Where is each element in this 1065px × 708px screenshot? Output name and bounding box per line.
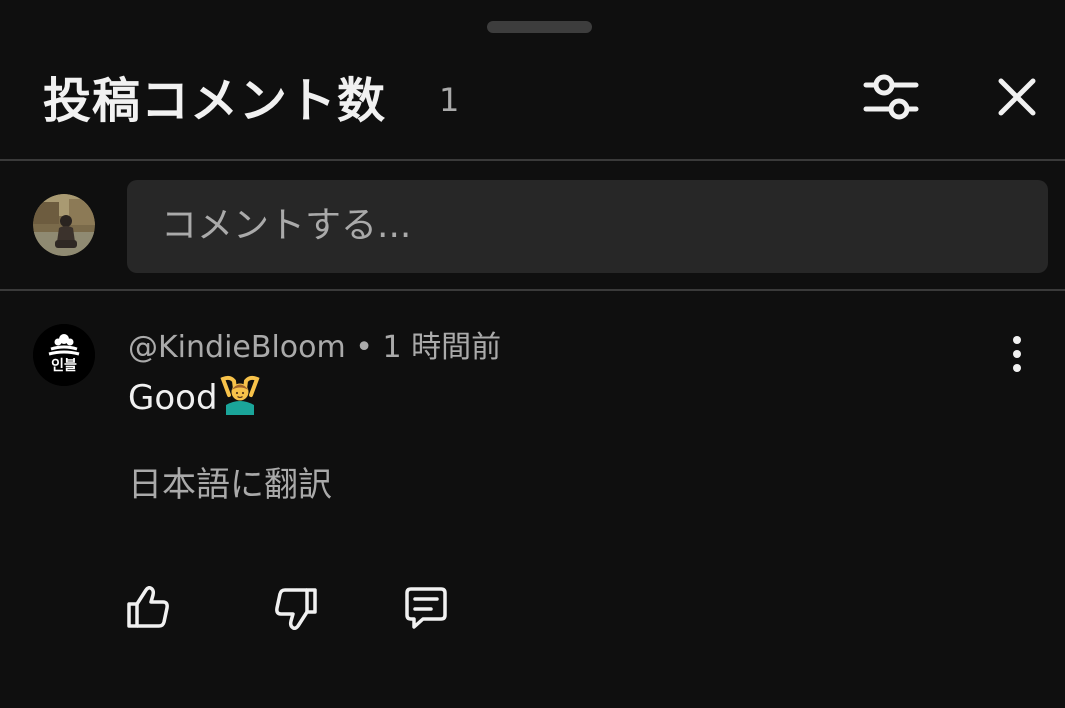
reply-button[interactable] xyxy=(398,580,454,636)
comments-header: 投稿コメント数 1 xyxy=(0,48,1065,160)
channel-logo: 인블 xyxy=(33,324,95,386)
thumbs-up-icon xyxy=(127,585,169,628)
svg-text:인블: 인블 xyxy=(51,357,77,374)
meta-separator: • xyxy=(345,330,383,365)
commenter-avatar[interactable]: 인블 xyxy=(33,324,95,386)
commenter-handle[interactable]: @KindieBloom xyxy=(128,330,346,365)
comment-input[interactable]: コメントする... xyxy=(127,180,1048,273)
comment-body: Good xyxy=(128,378,218,418)
comment-meta: @KindieBloom • 1 時間前 xyxy=(128,327,501,369)
header-divider xyxy=(0,159,1065,161)
more-vertical-icon xyxy=(1013,336,1021,372)
comments-count: 1 xyxy=(439,81,460,119)
reply-icon xyxy=(405,587,447,629)
comment-menu-button[interactable] xyxy=(1000,330,1034,380)
comments-sheet: 投稿コメント数 1 コメントする... 인블 @KindieBloom • 1 … xyxy=(0,0,1065,708)
comment-input-placeholder: コメントする... xyxy=(161,205,412,246)
current-user-avatar[interactable] xyxy=(33,194,95,256)
comments-title: 投稿コメント数 xyxy=(43,73,387,129)
composer-divider xyxy=(0,289,1065,291)
translate-link[interactable]: 日本語に翻訳 xyxy=(128,461,332,509)
sliders-icon xyxy=(863,74,919,120)
thumbs-down-icon xyxy=(275,588,317,631)
drag-handle[interactable] xyxy=(487,21,592,33)
filter-button[interactable] xyxy=(858,68,924,128)
like-button[interactable] xyxy=(121,580,177,636)
dislike-button[interactable] xyxy=(267,580,323,636)
comment-time: 1 時間前 xyxy=(382,330,502,365)
close-icon xyxy=(998,78,1036,116)
avatar-photo xyxy=(33,194,95,256)
comment-text: Good xyxy=(128,374,260,422)
person-gesturing-ok-icon xyxy=(220,375,260,415)
close-button[interactable] xyxy=(986,68,1048,128)
